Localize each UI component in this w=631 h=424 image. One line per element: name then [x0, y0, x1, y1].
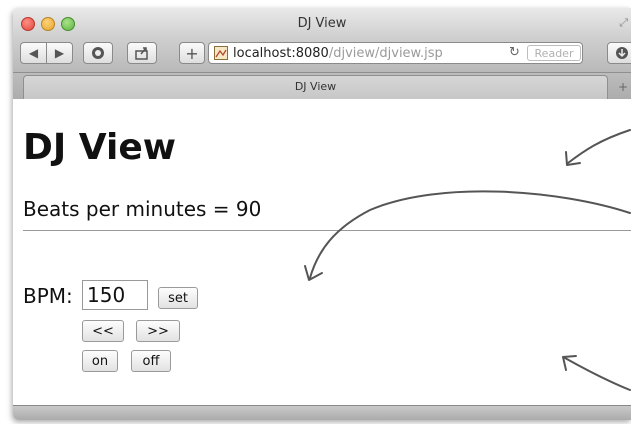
back-arrow-icon: ◀	[28, 46, 39, 60]
extension-button[interactable]	[83, 42, 113, 64]
bpm-readout: Beats per minutes = 90	[23, 197, 262, 221]
extension-icon	[92, 47, 104, 59]
bpm-label: BPM:	[23, 284, 73, 308]
back-button[interactable]: ◀	[20, 42, 47, 64]
add-tab-icon[interactable]: +	[613, 77, 631, 97]
page-title: DJ View	[23, 127, 177, 168]
share-button[interactable]	[127, 42, 157, 64]
browser-toolbar: ◀ ▶ + localhost:8080/djview/djview.jsp ↻	[13, 38, 631, 73]
title-bar: DJ View ⤢	[13, 8, 631, 38]
forward-button[interactable]: ▶	[46, 42, 73, 64]
set-button[interactable]: set	[158, 287, 198, 309]
fullscreen-icon[interactable]: ⤢	[619, 16, 628, 30]
address-bar[interactable]: localhost:8080/djview/djview.jsp ↻ Reade…	[208, 42, 583, 64]
download-icon	[616, 47, 628, 59]
downloads-button[interactable]	[607, 42, 631, 64]
reader-button[interactable]: Reader	[527, 45, 581, 61]
url-text: localhost:8080/djview/djview.jsp	[233, 46, 443, 61]
on-button[interactable]: on	[82, 350, 118, 372]
reload-icon[interactable]: ↻	[509, 45, 520, 60]
decrease-bpm-button[interactable]: <<	[82, 320, 124, 342]
browser-window: DJ View ⤢ ◀ ▶ + localhost:8080/djview/dj…	[13, 8, 631, 420]
forward-arrow-icon: ▶	[54, 46, 65, 60]
new-tab-button[interactable]: +	[179, 42, 205, 64]
divider	[23, 230, 631, 231]
off-button[interactable]: off	[131, 350, 171, 372]
tab-bar: DJ View +	[13, 73, 631, 100]
share-icon	[135, 47, 148, 60]
bpm-input[interactable]: 150	[82, 280, 148, 310]
status-bar	[13, 405, 631, 420]
page-content: DJ View Beats per minutes = 90 BPM: 150 …	[13, 99, 631, 405]
increase-bpm-button[interactable]: >>	[136, 320, 180, 342]
tab-dj-view[interactable]: DJ View	[23, 75, 608, 99]
site-favicon-icon	[214, 46, 228, 60]
window-title: DJ View	[297, 16, 347, 31]
